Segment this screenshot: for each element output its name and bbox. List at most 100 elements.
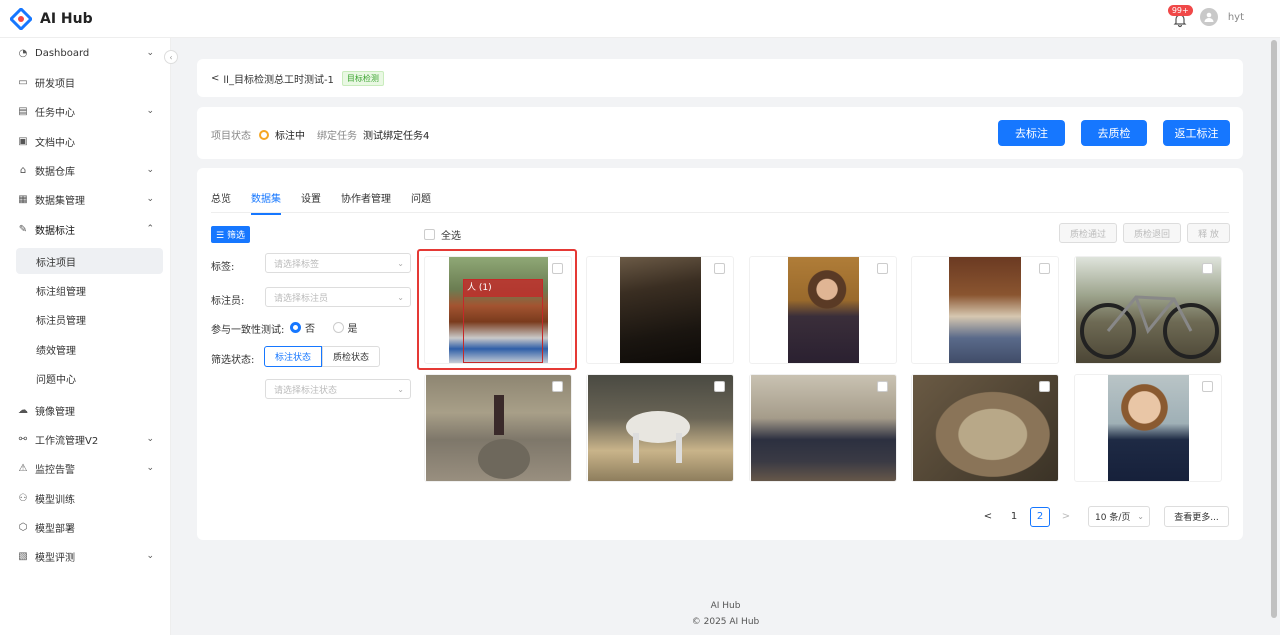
thumb-boy-thumbsup[interactable] xyxy=(1074,374,1222,482)
chevron-down-icon: ⌄ xyxy=(1137,512,1144,521)
pagination: < 1 2 > 10 条/页 ⌄ 查看更多... xyxy=(978,506,1229,527)
tags-label: 标签: xyxy=(211,262,235,273)
chevron-down-icon: ⌄ xyxy=(397,384,404,394)
thumb-woman-talking[interactable] xyxy=(749,256,897,364)
pen-icon: ✎ xyxy=(18,223,28,235)
thumb-checkbox[interactable] xyxy=(552,381,563,392)
release-button[interactable]: 释 放 xyxy=(1187,223,1230,243)
thumb-bicycle[interactable] xyxy=(1074,256,1222,364)
thumb-dark-water[interactable] xyxy=(586,256,734,364)
thumb-checkbox[interactable] xyxy=(877,263,888,274)
thumb-checkbox[interactable] xyxy=(714,381,725,392)
avatar[interactable] xyxy=(1199,8,1218,26)
sidebar-item-monitoring[interactable]: ⚠ 监控告警 ⌄ xyxy=(16,455,164,481)
notification-badge: 99+ xyxy=(1167,5,1193,16)
sidebar-item-annotation[interactable]: ✎ 数据标注 ⌃ xyxy=(16,216,164,242)
go-annotate-button[interactable]: 去标注 xyxy=(998,120,1065,146)
view-more-button[interactable]: 查看更多... xyxy=(1164,506,1229,527)
next-page-button[interactable]: > xyxy=(1056,507,1076,527)
sidebar-collapse-button[interactable]: ‹ xyxy=(164,50,178,64)
bound-task-label: 绑定任务 xyxy=(317,131,357,142)
sidebar-item-images[interactable]: ☁ 镜像管理 xyxy=(16,397,164,423)
train-icon: ⚇ xyxy=(18,492,28,504)
selected-highlight xyxy=(417,249,577,370)
annotation-status-segment[interactable]: 标注状态 xyxy=(264,346,322,367)
footer-copyright: © 2025 AI Hub xyxy=(691,617,760,627)
consistency-no-radio[interactable]: 否 xyxy=(290,320,315,335)
thumb-two-girls[interactable] xyxy=(911,256,1059,364)
thumb-checkbox[interactable] xyxy=(1039,263,1050,274)
dataset-icon: ▦ xyxy=(18,193,28,205)
sidebar-item-tasks[interactable]: ▤ 任务中心 ⌄ xyxy=(16,98,164,124)
status-filter-label: 筛选状态: xyxy=(211,355,255,366)
task-icon: ▤ xyxy=(18,105,28,117)
sidebar-sub-performance[interactable]: 绩效管理 xyxy=(16,336,163,362)
chevron-down-icon: ⌄ xyxy=(146,106,154,116)
consistency-label: 参与一致性测试: xyxy=(211,325,285,336)
sidebar-item-workflow[interactable]: ⚯ 工作流管理V2 ⌄ xyxy=(16,426,164,452)
tags-select[interactable]: 请选择标签 ⌄ xyxy=(265,253,411,273)
sidebar-item-projects[interactable]: ▭ 研发项目 xyxy=(16,69,164,95)
warning-icon: ⚠ xyxy=(18,462,28,474)
project-status-card: 项目状态 标注中 绑定任务 测试绑定任务4 去标注 去质检 返工标注 xyxy=(197,107,1243,159)
sidebar-item-eval[interactable]: ▧ 模型评测 ⌄ xyxy=(16,543,164,569)
page-2-button[interactable]: 2 xyxy=(1030,506,1050,527)
go-qc-button[interactable]: 去质检 xyxy=(1081,120,1147,146)
qc-pass-button[interactable]: 质检通过 xyxy=(1059,223,1117,243)
folder-icon: ▭ xyxy=(18,76,28,88)
select-all-checkbox[interactable]: 全选 xyxy=(424,227,461,242)
deploy-icon: ⬡ xyxy=(18,521,28,533)
username[interactable]: hyt xyxy=(1228,12,1244,23)
logo[interactable]: AI Hub xyxy=(0,6,93,31)
logo-icon xyxy=(8,6,34,31)
thumb-tabby-cat[interactable] xyxy=(911,374,1059,482)
sidebar-sub-annotators[interactable]: 标注员管理 xyxy=(16,306,163,332)
prev-page-button[interactable]: < xyxy=(978,507,998,527)
dashboard-icon: ◔ xyxy=(18,47,28,59)
thumb-checkbox[interactable] xyxy=(1039,381,1050,392)
sidebar-item-dashboard[interactable]: ◔ Dashboard ⌄ xyxy=(16,40,164,66)
sidebar-item-datasets[interactable]: ▦ 数据集管理 ⌄ xyxy=(16,186,164,212)
annotator-select[interactable]: 请选择标注员 ⌄ xyxy=(265,287,411,307)
sidebar-item-training[interactable]: ⚇ 模型训练 xyxy=(16,485,164,511)
page-scrollbar[interactable] xyxy=(1271,40,1277,618)
annotation-status-select[interactable]: 请选择标注状态 ⌄ xyxy=(265,379,411,399)
project-status-value: 标注中 xyxy=(275,131,305,142)
chevron-down-icon: ⌄ xyxy=(146,434,154,444)
sidebar-item-docs[interactable]: ▣ 文档中心 xyxy=(16,128,164,154)
back-icon[interactable]: < xyxy=(211,73,219,84)
page-size-select[interactable]: 10 条/页 ⌄ xyxy=(1088,506,1150,527)
sidebar-item-deploy[interactable]: ⬡ 模型部署 xyxy=(16,514,164,540)
qc-status-segment[interactable]: 质检状态 xyxy=(322,346,380,367)
sidebar-item-warehouse[interactable]: ⌂ 数据仓库 ⌄ xyxy=(16,157,164,183)
project-title: ll_目标检测总工时测试-1 xyxy=(223,74,334,86)
filter-toggle-button[interactable]: ☰ 筛选 xyxy=(211,226,250,243)
footer-brand: AI Hub xyxy=(710,601,741,611)
breadcrumb: < ll_目标检测总工时测试-1 目标检测 xyxy=(197,59,1243,97)
notification-bell-icon[interactable]: 99+ xyxy=(1167,5,1193,28)
chevron-down-icon: ⌄ xyxy=(146,194,154,204)
rework-annotate-button[interactable]: 返工标注 xyxy=(1163,120,1230,146)
qc-reject-button[interactable]: 质检退回 xyxy=(1123,223,1181,243)
filter-icon: ☰ xyxy=(216,231,225,241)
sidebar-sub-annotation-groups[interactable]: 标注组管理 xyxy=(16,277,163,303)
thumb-checkbox[interactable] xyxy=(714,263,725,274)
home-icon: ⌂ xyxy=(19,164,27,176)
workflow-icon: ⚯ xyxy=(18,433,28,445)
thumb-living-room[interactable] xyxy=(749,374,897,482)
thumb-well-person[interactable] xyxy=(424,374,572,482)
project-type-tag: 目标检测 xyxy=(341,70,384,86)
thumb-white-horse[interactable] xyxy=(586,374,734,482)
sidebar-sub-annotation-projects[interactable]: 标注项目 xyxy=(16,248,163,274)
top-bar: AI Hub 99+ hyt xyxy=(0,0,1280,38)
annotator-label: 标注员: xyxy=(211,296,245,307)
app-name: AI Hub xyxy=(40,10,93,27)
thumb-checkbox[interactable] xyxy=(1202,381,1213,392)
sidebar-sub-issues[interactable]: 问题中心 xyxy=(16,365,163,391)
thumb-checkbox[interactable] xyxy=(1202,263,1213,274)
page-1-button[interactable]: 1 xyxy=(1004,507,1024,527)
consistency-yes-radio[interactable]: 是 xyxy=(332,320,358,335)
eval-icon: ▧ xyxy=(18,550,28,562)
chevron-down-icon: ⌄ xyxy=(146,551,154,561)
thumb-checkbox[interactable] xyxy=(877,381,888,392)
